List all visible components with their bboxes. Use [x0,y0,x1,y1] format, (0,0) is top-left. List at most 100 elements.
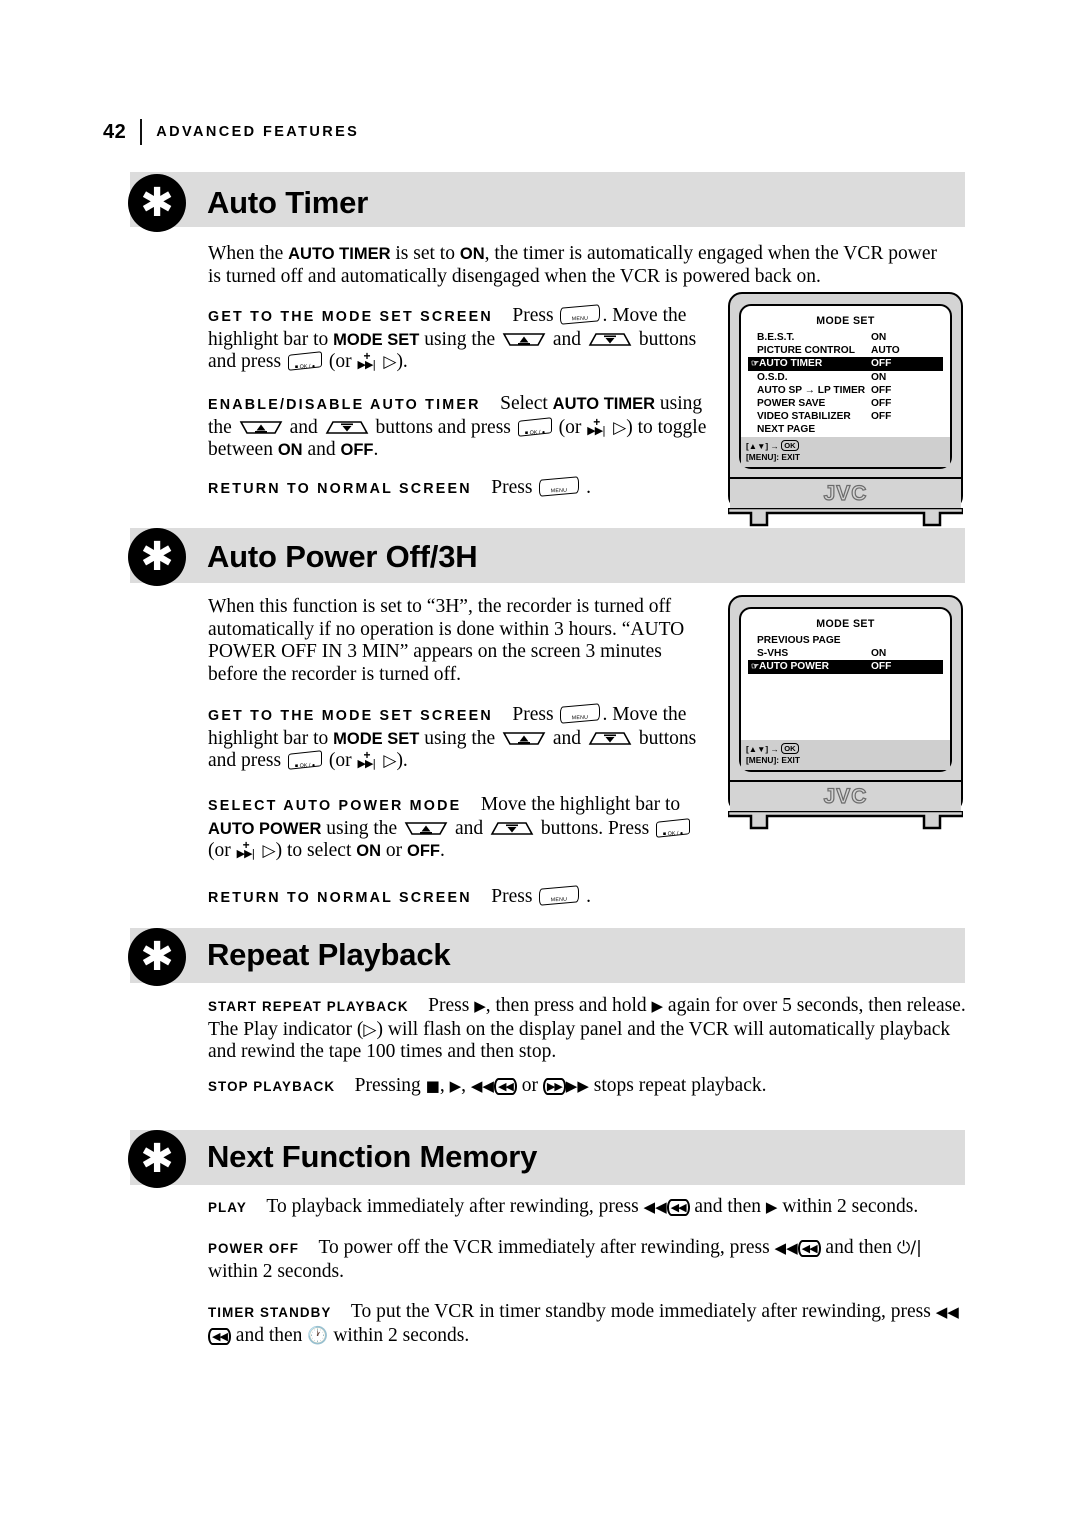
cursor-icon: ☞ [751,661,760,672]
step-label: SELECT AUTO POWER MODE [208,798,462,814]
plus-fast-forward-icon: + ▶▶| [587,414,606,437]
step-text: Pressing ■, ▶, ◀◀ ◀◀ or ▶▶ ▶▶ stops repeat… [354,1075,767,1096]
osd-blank-row [748,674,943,687]
up-rocker-button-icon [502,332,546,348]
osd-row-selected[interactable]: ☞ AUTO POWER OFF [748,660,943,674]
osd-row-name: O.S.D. [757,371,788,383]
osd-footer: [▲▼] → OK [MENU]: EXIT [741,436,950,467]
step-label: GET TO THE MODE SET SCREEN [208,309,493,325]
step-auto-timer-0: GET TO THE MODE SET SCREEN Press . Move … [208,304,713,374]
play-solid-icon: ▶ [474,997,486,1015]
step-label: POWER OFF [208,1241,299,1256]
step-label: GET TO THE MODE SET SCREEN [208,708,493,724]
osd-blank-row [748,700,943,713]
ui-term: ON [356,842,382,860]
play-solid-icon: ▶ [651,997,664,1015]
osd-row-name: PICTURE CONTROL [757,345,855,357]
osd-row-name: POWER SAVE [757,398,826,410]
play-hollow-icon: ▷ [383,751,397,771]
asterisk-glyph: ✱ [140,534,174,580]
osd-row[interactable]: O.S.D. ON [748,371,943,384]
step-label: ENABLE/DISABLE AUTO TIMER [208,397,481,413]
tv-feet [726,809,965,833]
rewind-icon: ◀◀◀◀ [775,1237,821,1258]
step-text: Press . [491,885,591,907]
play-solid-icon: ▶ [765,1198,778,1216]
osd-row-value: OFF [871,358,892,370]
osd-row-value: OFF [871,411,892,423]
section-intro-auto-timer: When the AUTO TIMER is set to ON, the ti… [208,243,937,287]
osd-footer-line1: [▲▼] → OK [746,742,945,755]
ui-term: AUTO TIMER [288,245,391,263]
osd-row-value: ON [871,648,887,660]
step-auto-timer-1: ENABLE/DISABLE AUTO TIMER Select AUTO TI… [208,393,713,462]
ok-remote-button-icon [287,750,322,770]
section-title-auto-timer: Auto Timer [207,185,369,220]
tv-brand-bar: JVC [730,779,961,811]
osd-row-name: AUTO POWER [759,661,829,673]
menu-remote-button-icon [560,304,601,325]
osd-row[interactable]: S-VHS ON [748,647,943,660]
osd-footer-line2: [MENU]: EXIT [746,754,800,765]
osd-blank-row [748,687,943,700]
osd-footer-line2: [MENU]: EXIT [746,451,800,462]
plus-fast-forward-icon: + ▶▶| [236,838,256,860]
osd-row[interactable]: PREVIOUS PAGE [748,634,943,647]
menu-remote-button-icon [539,476,580,497]
step-label: RETURN TO NORMAL SCREEN [208,481,472,497]
osd-row-name: B.E.S.T. [757,332,795,344]
tv-case: MODE SET PREVIOUS PAGE S-VHS ON ☞ AUTO POWER O… [728,595,963,813]
ui-term: AUTO POWER [208,819,322,838]
step-auto-power-off-0: GET TO THE MODE SET SCREEN Press . Move … [208,703,713,773]
plus-fast-forward-icon: + ▶▶| [357,748,376,770]
osd-row[interactable]: AUTO SP → LP TIMER OFF [748,384,943,397]
step-text: To power off the VCR immediately after r… [208,1237,922,1282]
osd-row-value: OFF [871,398,892,410]
step-next-function-memory-0: PLAY To playback immediately after rewin… [208,1196,968,1220]
osd-footer-line1: [▲▼] → OK [746,439,945,452]
osd-row[interactable]: PICTURE CONTROL AUTO [748,344,943,357]
step-label: PLAY [208,1200,247,1215]
plus-fast-forward-icon: + ▶▶| [357,349,376,371]
asterisk-icon: ✱ [128,528,186,586]
jvc-logo: JVC [823,784,868,808]
play-hollow-icon: ▷ [363,1019,377,1040]
osd-footer: [▲▼] → OK [MENU]: EXIT [741,739,950,770]
osd-row[interactable]: POWER SAVE OFF [748,397,943,410]
step-label: START REPEAT PLAYBACK [208,999,409,1014]
header-divider [140,119,143,145]
step-text: To playback immediately after rewinding,… [266,1196,919,1217]
play-solid-icon: ▶ [449,1077,462,1095]
osd-blank-row [748,726,943,739]
tv-case: MODE SET B.E.S.T. ON PICTURE CONTROL AUTO ☞ AU… [728,292,963,510]
ui-term: OFF [340,441,374,459]
osd-row-name: AUTO TIMER [759,358,823,370]
up-rocker-button-icon [502,731,546,747]
osd-screen: MODE SET B.E.S.T. ON PICTURE CONTROL AUTO ☞ AU… [739,304,952,469]
ok-badge-icon: OK [781,742,799,754]
osd-row[interactable]: VIDEO STABILIZER OFF [748,410,943,423]
asterisk-icon: ✱ [128,1130,186,1188]
osd-row[interactable]: NEXT PAGE [748,423,943,436]
jvc-logo: JVC [823,481,868,505]
rewind-icon: ◀◀◀◀ [644,1196,690,1217]
osd-screen: MODE SET PREVIOUS PAGE S-VHS ON ☞ AUTO POWER O… [739,607,952,772]
step-next-function-memory-1: POWER OFF To power off the VCR immediate… [208,1237,968,1283]
osd-row[interactable]: B.E.S.T. ON [748,331,943,344]
asterisk-icon: ✱ [128,928,186,986]
osd-row-value: OFF [871,661,892,673]
section-intro-auto-power-off: When this function is set to “3H”, the r… [208,596,685,685]
down-rocker-button-icon [325,420,369,436]
asterisk-glyph: ✱ [140,1136,174,1182]
osd-title: MODE SET [816,315,875,327]
chapter-title: ADVANCED FEATURES [156,124,360,140]
section-title-next-function-memory: Next Function Memory [207,1139,538,1174]
osd-row-value: ON [871,332,887,344]
page-number: 42 [103,120,127,143]
osd-row-selected[interactable]: ☞ AUTO TIMER OFF [748,357,943,371]
asterisk-glyph: ✱ [140,934,174,980]
play-hollow-icon: ▷ [262,841,276,861]
tv-feet [726,506,965,530]
play-hollow-icon: ▷ [613,417,627,438]
ui-term: MODE SET [333,330,420,349]
